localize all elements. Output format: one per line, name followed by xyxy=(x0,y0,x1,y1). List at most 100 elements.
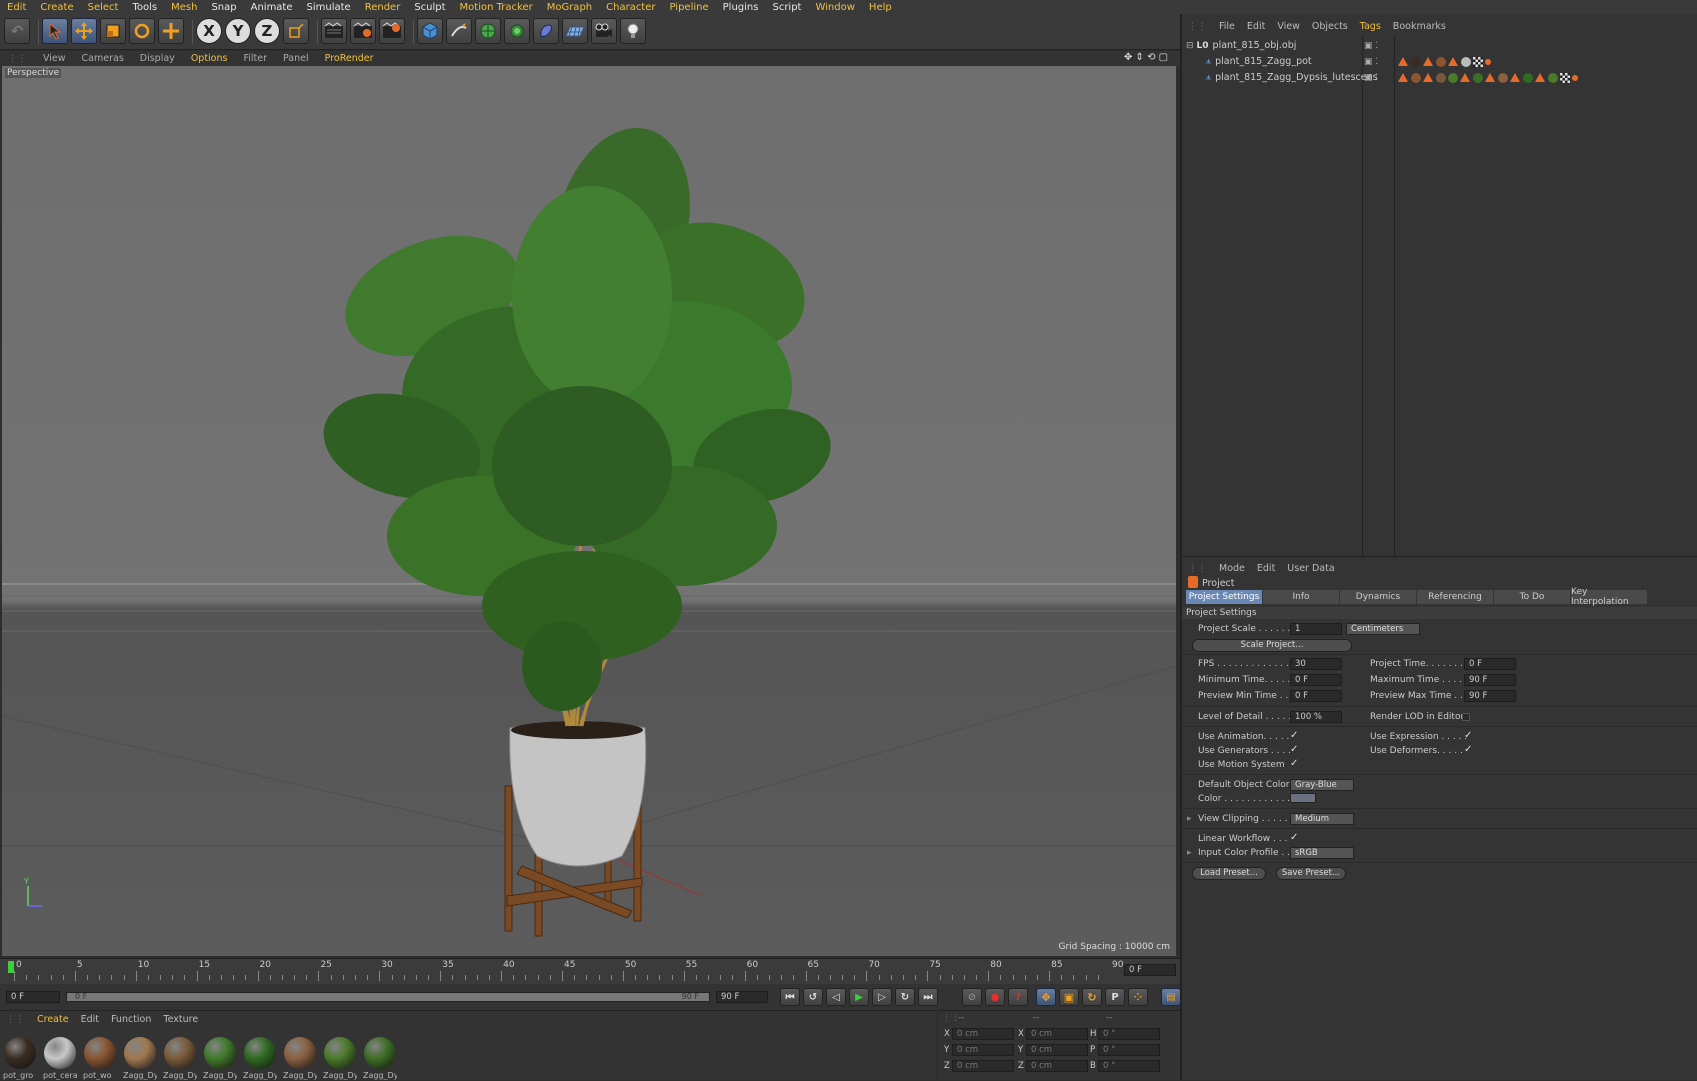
material-name[interactable]: Zagg_Dy xyxy=(243,1071,277,1080)
material-swatch[interactable] xyxy=(204,1037,236,1069)
coord-value-field[interactable]: 0 ° xyxy=(1098,1028,1160,1040)
play-icon[interactable]: ▶ xyxy=(849,988,869,1006)
undo-icon[interactable]: ↶ xyxy=(4,18,30,44)
viewport-menu-cameras[interactable]: Cameras xyxy=(74,53,132,64)
attribute-menu-user-data[interactable]: User Data xyxy=(1281,563,1340,574)
coord-value-field[interactable]: 0 cm xyxy=(952,1028,1014,1040)
material-name[interactable]: Zagg_Dy xyxy=(363,1071,397,1080)
render-view-icon[interactable] xyxy=(321,18,347,44)
material-menu-texture[interactable]: Texture xyxy=(157,1014,204,1025)
object-row[interactable]: ⊟ L0 plant_815_obj.obj ▣ ⁚ xyxy=(1182,38,1697,53)
viewport-menu-display[interactable]: Display xyxy=(132,53,183,64)
material-swatch[interactable] xyxy=(124,1037,156,1069)
visibility-toggle-icon[interactable]: ▣ ⁚ xyxy=(1364,57,1378,67)
project-scale-field[interactable]: 1 xyxy=(1290,623,1342,635)
light-object-icon[interactable] xyxy=(620,18,646,44)
object-name[interactable]: plant_815_Zagg_Dypsis_lutescens xyxy=(1215,72,1377,83)
material-name[interactable]: pot_gro xyxy=(3,1071,37,1080)
rotate-tool-icon[interactable] xyxy=(129,18,155,44)
menu-motion-tracker[interactable]: Motion Tracker xyxy=(453,2,540,13)
next-key-icon[interactable]: ↻ xyxy=(895,988,915,1006)
object-row[interactable]: ⩚ plant_815_Zagg_Dypsis_lutescens ▣ ⁚ xyxy=(1182,70,1697,85)
expand-arrow-icon[interactable]: ▸ xyxy=(1187,814,1192,824)
menu-select[interactable]: Select xyxy=(81,2,126,13)
tab-to-do[interactable]: To Do xyxy=(1494,590,1570,604)
use-motion-system-checkbox[interactable]: ✓ xyxy=(1290,759,1300,769)
timeline-ruler[interactable]: 0 5 10 15 20 25 30 35 40 45 50 55 60 65 70 75 80 85 90 0 F xyxy=(0,958,1180,984)
tab-referencing[interactable]: Referencing xyxy=(1417,590,1493,604)
render-settings-icon[interactable] xyxy=(379,18,405,44)
material-swatch[interactable] xyxy=(324,1037,356,1069)
material-menu-create[interactable]: Create xyxy=(31,1014,75,1025)
menu-create[interactable]: Create xyxy=(33,2,80,13)
key-position-icon[interactable]: ✥ xyxy=(1036,988,1056,1006)
coord-value-field[interactable]: 0 ° xyxy=(1098,1044,1160,1056)
preview-max-time-field[interactable]: 90 F xyxy=(1464,690,1516,702)
cube-object-icon[interactable] xyxy=(417,18,443,44)
tab-info[interactable]: Info xyxy=(1263,590,1339,604)
object-row[interactable]: ⩚ plant_815_Zagg_pot ▣ ⁚ xyxy=(1182,54,1697,69)
default-object-color-dropdown[interactable]: Gray-Blue xyxy=(1290,779,1354,791)
timeline-layout-icon[interactable]: ▤ xyxy=(1161,988,1181,1006)
visibility-toggle-icon[interactable]: ▣ ⁚ xyxy=(1364,73,1378,83)
scale-unit-dropdown[interactable]: Centimeters xyxy=(1346,623,1420,635)
material-swatch[interactable] xyxy=(164,1037,196,1069)
color-swatch[interactable] xyxy=(1290,793,1316,803)
material-name[interactable]: Zagg_Dy xyxy=(283,1071,317,1080)
menu-render[interactable]: Render xyxy=(358,2,408,13)
viewport-camera-label[interactable]: Perspective xyxy=(5,68,62,78)
coord-value-field[interactable]: 0 cm xyxy=(1026,1060,1088,1072)
current-frame-field[interactable]: 0 F xyxy=(1124,964,1176,976)
keyframe-selection-icon[interactable]: ? xyxy=(1008,988,1028,1006)
level-of-detail-field[interactable]: 100 % xyxy=(1290,711,1342,723)
viewport-menu-view[interactable]: View xyxy=(35,53,74,64)
menu-animate[interactable]: Animate xyxy=(244,2,300,13)
object-menu-tags[interactable]: Tags xyxy=(1354,21,1387,32)
coord-value-field[interactable]: 0 ° xyxy=(1098,1060,1160,1072)
select-tool-icon[interactable] xyxy=(42,18,68,44)
object-menu-file[interactable]: File xyxy=(1213,21,1241,32)
fps-field[interactable]: 30 xyxy=(1290,658,1342,670)
use-expression-checkbox[interactable]: ✓ xyxy=(1464,731,1474,741)
viewport-menu-prorender[interactable]: ProRender xyxy=(317,53,382,64)
menu-help[interactable]: Help xyxy=(862,2,899,13)
attribute-menu-mode[interactable]: Mode xyxy=(1213,563,1251,574)
go-to-start-icon[interactable]: ⏮ xyxy=(780,988,800,1006)
render-lod-checkbox[interactable] xyxy=(1462,713,1470,721)
y-axis-lock-icon[interactable]: Y xyxy=(225,18,251,44)
menu-pipeline[interactable]: Pipeline xyxy=(663,2,716,13)
linear-workflow-checkbox[interactable]: ✓ xyxy=(1290,833,1300,843)
key-scale-icon[interactable]: ▣ xyxy=(1059,988,1079,1006)
expand-arrow-icon[interactable]: ▸ xyxy=(1187,848,1192,858)
material-tags[interactable] xyxy=(1398,72,1580,83)
object-menu-bookmarks[interactable]: Bookmarks xyxy=(1387,21,1452,32)
viewport-navigation-icons[interactable]: ✥ ⇕ ⟲ ▢ xyxy=(1124,52,1168,63)
use-animation-checkbox[interactable]: ✓ xyxy=(1290,731,1300,741)
material-name[interactable]: Zagg_Dy xyxy=(323,1071,357,1080)
camera-object-icon[interactable] xyxy=(591,18,617,44)
tab-dynamics[interactable]: Dynamics xyxy=(1340,590,1416,604)
use-generators-checkbox[interactable]: ✓ xyxy=(1290,745,1300,755)
cloner-icon[interactable] xyxy=(504,18,530,44)
viewport-menu-options[interactable]: Options xyxy=(183,53,236,64)
tab-project-settings[interactable]: Project Settings xyxy=(1186,590,1262,604)
previous-key-icon[interactable]: ↺ xyxy=(803,988,823,1006)
z-axis-lock-icon[interactable]: Z xyxy=(254,18,280,44)
autokey-icon[interactable]: ● xyxy=(985,988,1005,1006)
material-menu-function[interactable]: Function xyxy=(105,1014,157,1025)
object-menu-objects[interactable]: Objects xyxy=(1306,21,1354,32)
material-name[interactable]: Zagg_Dy xyxy=(123,1071,157,1080)
project-time-field[interactable]: 0 F xyxy=(1464,658,1516,670)
coord-value-field[interactable]: 0 cm xyxy=(1026,1028,1088,1040)
render-picture-viewer-icon[interactable] xyxy=(350,18,376,44)
viewport-menu-panel[interactable]: Panel xyxy=(275,53,317,64)
coord-value-field[interactable]: 0 cm xyxy=(952,1044,1014,1056)
go-to-end-icon[interactable]: ⏭ xyxy=(918,988,938,1006)
material-name[interactable]: pot_cera xyxy=(43,1071,77,1080)
input-color-profile-dropdown[interactable]: sRGB xyxy=(1290,847,1354,859)
timeline-end-field[interactable]: 90 F xyxy=(716,991,768,1003)
menu-snap[interactable]: Snap xyxy=(204,2,243,13)
move-tool-icon[interactable] xyxy=(71,18,97,44)
load-preset-button[interactable]: Load Preset... xyxy=(1192,867,1266,880)
material-swatch[interactable] xyxy=(44,1037,76,1069)
